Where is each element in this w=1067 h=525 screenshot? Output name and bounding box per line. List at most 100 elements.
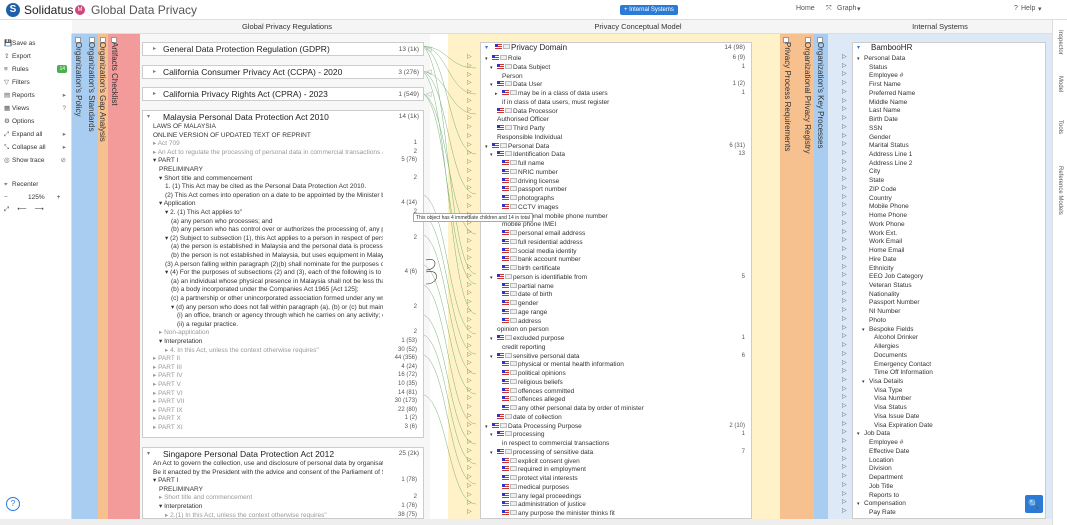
tree-row[interactable]: NI Number <box>862 307 1042 316</box>
tree-row[interactable]: Last Name <box>862 106 1042 115</box>
tree-row[interactable]: ▸ 2.(1) In this Act, unless the context … <box>165 511 383 518</box>
workspace-badge[interactable]: + Internal Systems <box>620 5 678 15</box>
tree-row[interactable]: Home Email <box>862 246 1042 255</box>
chevron-icon[interactable]: ▸ <box>63 142 66 153</box>
tree-row[interactable]: date of collection <box>490 413 705 422</box>
rail-tab-tools[interactable]: Tools <box>1057 120 1063 134</box>
tree-row[interactable]: Employee # <box>862 438 1042 447</box>
sidebar-item-views[interactable]: ▦ Views? <box>4 103 70 114</box>
privacy-domain-card[interactable]: ▾ Privacy Domain 14 (98) ▾ Role 6 (9) ▾ Data… <box>480 42 752 519</box>
bamboohr-card[interactable]: ▾ BambooHR ▾ Personal Data Status Employee … <box>852 42 1046 519</box>
malaysia-card[interactable]: ▾ Malaysia Personal Data Protection Act … <box>142 110 424 438</box>
tree-row[interactable]: Division <box>862 464 1042 473</box>
tree-row[interactable]: Allergies <box>867 342 1045 351</box>
tree-row[interactable]: Visa Expiration Date <box>867 421 1045 430</box>
tree-row[interactable]: Photo <box>862 316 1042 325</box>
tree-row[interactable]: personal email address <box>495 229 705 238</box>
tree-row[interactable]: driving license <box>495 177 705 186</box>
expand-icon[interactable]: ▸ <box>153 45 156 52</box>
strip-key-processes[interactable]: Organization's Key Processes <box>814 34 828 519</box>
tree-row[interactable]: credit reporting <box>495 343 705 352</box>
tree-row[interactable]: ▾ Personal Data <box>857 54 1037 63</box>
strip-artifacts-checklist[interactable]: Artifacts Checklist <box>108 34 140 519</box>
sidebar-item-save-as[interactable]: 💾Save as <box>4 38 70 49</box>
expand-icon[interactable]: ▸ <box>153 90 156 97</box>
rail-tab-reference-models[interactable]: Reference Models <box>1057 166 1063 215</box>
horizontal-scrollbar[interactable] <box>0 519 1052 525</box>
tree-row[interactable]: explicit consent given <box>495 457 705 466</box>
strip-privacy-process-requirements[interactable]: Privacy Process Requirements <box>780 34 802 519</box>
tree-row[interactable]: Birth Date <box>862 115 1042 124</box>
chevron-icon[interactable]: ? <box>62 103 66 114</box>
tree-row[interactable]: ▾ sensitive personal data <box>490 352 705 361</box>
chevron-down-icon[interactable]: ▾ <box>857 5 861 13</box>
zoom-left-icon[interactable]: ⟵ <box>17 206 26 213</box>
tree-row[interactable]: Employee # <box>862 71 1042 80</box>
tree-row[interactable]: ▾ Visa Details <box>862 377 1042 386</box>
sidebar-item-recenter[interactable]: ⌖ Recenter <box>4 179 70 190</box>
regulation-card[interactable]: ▸ General Data Protection Regulation (GDP… <box>142 42 424 56</box>
tree-row[interactable]: political opinions <box>495 369 705 378</box>
tree-row[interactable]: State <box>862 176 1042 185</box>
tree-row[interactable]: Ethnicity <box>862 264 1042 273</box>
sidebar-item-reports[interactable]: ▤ Reports ▸ <box>4 90 70 101</box>
tree-row[interactable]: partial name <box>495 282 705 291</box>
tree-row[interactable]: ▾ Bespoke Fields <box>862 325 1042 334</box>
collapse-icon[interactable]: ▾ <box>147 113 150 120</box>
expand-icon[interactable]: ▸ <box>153 68 156 75</box>
tree-row[interactable]: Marital Status <box>862 141 1042 150</box>
strip-organizations-standards[interactable]: Organization's Standards <box>86 34 98 519</box>
tree-row[interactable]: if in class of data users, must register <box>495 98 705 107</box>
strip-privacy-registry[interactable]: Organizational Privacy Registry <box>802 34 814 519</box>
regulation-card[interactable]: ▸ California Consumer Privacy Act (CCPA) … <box>142 65 424 79</box>
tree-row[interactable]: EEO Job Category <box>862 272 1042 281</box>
tree-row[interactable]: Visa Issue Date <box>867 412 1045 421</box>
help-menu[interactable]: Help <box>1021 5 1035 12</box>
tree-row[interactable]: Location <box>862 456 1042 465</box>
solidatus-logo-icon[interactable]: S <box>6 3 20 17</box>
tree-row[interactable]: ▾ Job Data <box>857 429 1037 438</box>
tree-row[interactable]: Country <box>862 194 1042 203</box>
model-title[interactable]: Global Data Privacy <box>91 3 197 17</box>
tree-row[interactable]: Authorised Officer <box>490 115 705 124</box>
tree-row[interactable]: Work Ext. <box>862 229 1042 238</box>
tree-row[interactable]: physical or mental health information <box>495 360 705 369</box>
graph-menu[interactable]: Graph <box>837 5 856 12</box>
tree-row[interactable]: Effective Date <box>862 447 1042 456</box>
rail-tab-model[interactable]: Model <box>1057 76 1063 92</box>
tree-row[interactable]: Visa Status <box>867 403 1045 412</box>
tree-row[interactable]: full name <box>495 159 705 168</box>
rail-tab-inspector[interactable]: Inspector <box>1057 30 1063 55</box>
sidebar-item-filters[interactable]: ▽ Filters <box>4 77 70 88</box>
tree-row[interactable]: Work Phone <box>862 220 1042 229</box>
tree-row[interactable]: ▾ Compensation <box>857 499 1037 508</box>
tree-row[interactable]: any purpose the minister thinks fit <box>495 509 705 518</box>
tree-row[interactable]: required in employment <box>495 465 705 474</box>
chevron-icon[interactable]: ▸ <box>63 129 66 140</box>
tree-row[interactable]: Pay Rate <box>862 508 1042 517</box>
collapse-icon[interactable]: ▾ <box>857 44 860 51</box>
sidebar-item-options[interactable]: ⚙ Options <box>4 116 70 127</box>
tree-row[interactable]: City <box>862 167 1042 176</box>
tree-row[interactable]: Data Processor <box>490 107 705 116</box>
tree-row[interactable]: ▾ Identification Data <box>490 150 705 159</box>
tree-row[interactable]: Job Title <box>862 482 1042 491</box>
tree-row[interactable]: any legal proceedings <box>495 492 705 501</box>
tree-row[interactable]: ▾ Data Subject <box>490 63 705 72</box>
zoom-in-icon[interactable]: + <box>57 194 61 201</box>
tree-row[interactable]: photographs <box>495 194 705 203</box>
chevron-down-icon[interactable]: ▾ <box>1038 5 1042 13</box>
tree-row[interactable]: Emergency Contact <box>867 360 1045 369</box>
sidebar-item-show-trace[interactable]: ◎ Show trace ⊘ <box>4 155 70 166</box>
tree-row[interactable]: religious beliefs <box>495 378 705 387</box>
tree-row[interactable]: Reports to <box>862 491 1042 500</box>
tree-row[interactable]: offences committed <box>495 387 705 396</box>
tree-row[interactable]: gender <box>495 299 705 308</box>
tree-row[interactable]: birth certificate <box>495 264 705 273</box>
tree-row[interactable]: ▾ excluded purpose <box>490 334 705 343</box>
tree-row[interactable]: Responsible Individual <box>490 133 705 142</box>
tree-row[interactable]: Work Email <box>862 237 1042 246</box>
sidebar-item-export[interactable]: ⇪ Export <box>4 51 70 62</box>
help-circle-icon[interactable]: ? <box>6 497 20 511</box>
tree-row[interactable]: ▾ processing <box>490 430 705 439</box>
